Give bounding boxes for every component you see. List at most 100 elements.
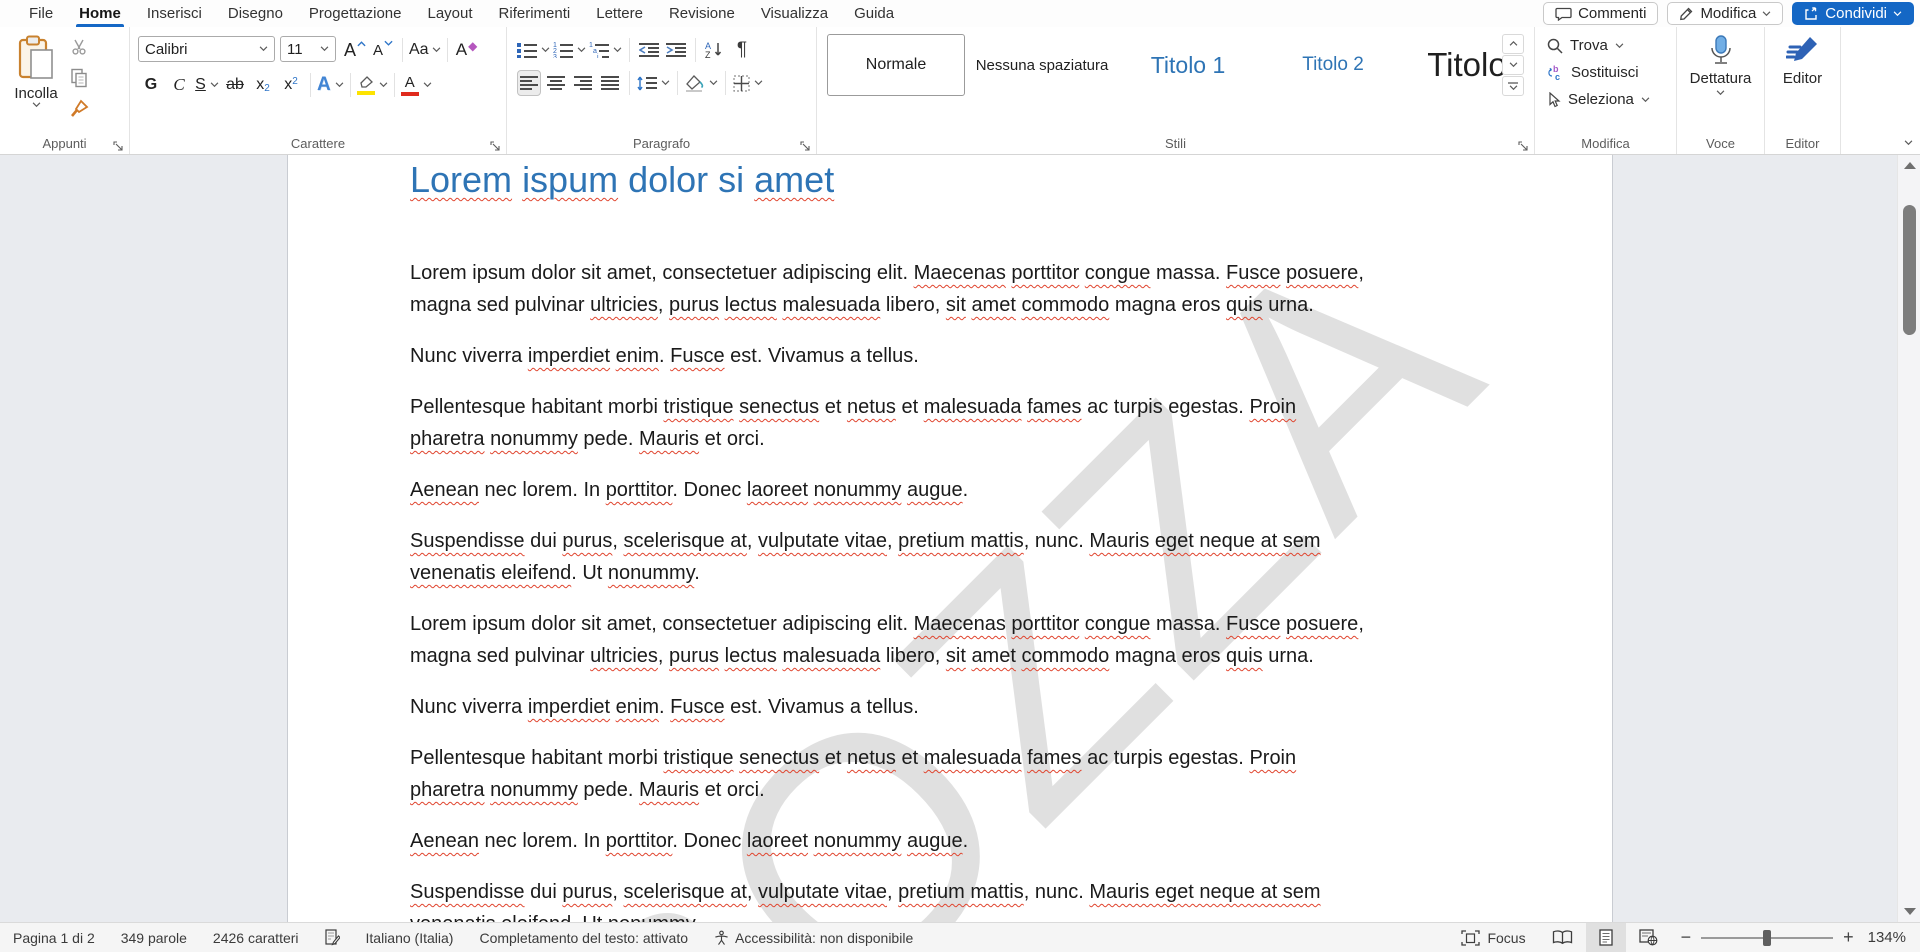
read-mode-button[interactable] — [1539, 923, 1586, 952]
text-prediction-status[interactable]: Completamento del testo: attivato — [466, 923, 701, 952]
menu-tab-guida[interactable]: Guida — [841, 0, 907, 27]
clear-formatting-button[interactable]: A◆ — [454, 36, 480, 64]
paragraph[interactable]: Nunc viverra imperdiet enim. Fusce est. … — [410, 340, 1482, 372]
scrollbar-thumb[interactable] — [1903, 205, 1916, 335]
text-segment: , — [612, 881, 623, 903]
menu-tab-disegno[interactable]: Disegno — [215, 0, 296, 27]
styles-more-button[interactable] — [1502, 76, 1524, 96]
char-count-status[interactable]: 2426 caratteri — [200, 923, 312, 952]
multilevel-list-button[interactable]: 1ai — [589, 37, 622, 63]
replace-button[interactable]: bc Sostituisci — [1547, 64, 1639, 81]
bold-button[interactable]: G — [138, 71, 164, 99]
page-count-status[interactable]: Pagina 1 di 2 — [0, 923, 108, 952]
collapse-ribbon-button[interactable] — [1904, 133, 1913, 151]
grow-font-button[interactable]: A — [342, 36, 368, 64]
scroll-up-arrow[interactable] — [1904, 162, 1916, 169]
paragraph[interactable]: Aenean nec lorem. In porttitor. Donec la… — [410, 474, 1482, 506]
align-left-button[interactable] — [517, 70, 541, 96]
font-dialog-launcher[interactable] — [490, 139, 501, 150]
menu-tab-revisione[interactable]: Revisione — [656, 0, 748, 27]
menu-tab-lettere[interactable]: Lettere — [583, 0, 656, 27]
borders-button[interactable] — [733, 70, 763, 96]
zoom-out-button[interactable]: − — [1681, 927, 1692, 948]
shrink-font-button[interactable]: A — [370, 36, 396, 64]
comments-button[interactable]: Commenti — [1543, 2, 1658, 25]
menu-tab-inserisci[interactable]: Inserisci — [134, 0, 215, 27]
paragraph[interactable]: Pellentesque habitant morbi tristique se… — [410, 391, 1482, 455]
paragraph[interactable]: Suspendisse dui purus, scelerisque at, v… — [410, 876, 1482, 922]
show-formatting-button[interactable]: ¶ — [730, 37, 754, 63]
styles-scroll-down-button[interactable] — [1502, 55, 1524, 75]
paragraph[interactable]: Suspendisse dui purus, scelerisque at, v… — [410, 525, 1482, 589]
justify-button[interactable] — [598, 70, 622, 96]
accessibility-status[interactable]: Accessibilità: non disponibile — [701, 923, 926, 952]
font-size-select[interactable]: 11 — [280, 36, 336, 62]
sort-button[interactable]: AZ — [703, 37, 727, 63]
clipboard-dialog-launcher[interactable] — [113, 139, 124, 150]
document-title[interactable]: Lorem ispum dolor si amet — [410, 159, 1482, 201]
shading-button[interactable] — [685, 70, 718, 96]
menu-tab-layout[interactable]: Layout — [415, 0, 486, 27]
change-case-button[interactable]: Aa — [409, 36, 441, 64]
language-status[interactable]: Italiano (Italia) — [353, 923, 467, 952]
menu-tab-file[interactable]: File — [16, 0, 66, 27]
scroll-down-arrow[interactable] — [1904, 908, 1916, 915]
menu-tab-riferimenti[interactable]: Riferimenti — [486, 0, 584, 27]
menu-tab-home[interactable]: Home — [66, 0, 134, 27]
line-spacing-button[interactable] — [637, 70, 670, 96]
proofing-status[interactable] — [312, 923, 353, 952]
share-button[interactable]: Condividi — [1792, 2, 1914, 25]
vertical-scrollbar[interactable] — [1897, 155, 1920, 922]
text-segment: , — [887, 530, 898, 552]
paragraph[interactable]: Aenean nec lorem. In porttitor. Donec la… — [410, 825, 1482, 857]
paragraph[interactable]: Lorem ipsum dolor sit amet, consectetuer… — [410, 257, 1482, 321]
focus-mode-button[interactable]: Focus — [1448, 923, 1538, 952]
align-center-button[interactable] — [544, 70, 568, 96]
increase-indent-button[interactable] — [664, 37, 688, 63]
zoom-in-button[interactable]: + — [1843, 927, 1854, 948]
highlight-color-button[interactable] — [357, 71, 388, 99]
decrease-indent-button[interactable] — [637, 37, 661, 63]
paragraph[interactable]: Lorem ipsum dolor sit amet, consectetuer… — [410, 608, 1482, 672]
numbering-button[interactable]: 123 — [553, 37, 586, 63]
paragraph[interactable]: Nunc viverra imperdiet enim. Fusce est. … — [410, 691, 1482, 723]
zoom-slider-handle[interactable] — [1763, 930, 1771, 946]
menu-tab-visualizza[interactable]: Visualizza — [748, 0, 841, 27]
document-page[interactable]: BOZZA Lorem ispum dolor si amet Lorem ip… — [287, 155, 1613, 922]
style-card-normale[interactable]: Normale — [827, 34, 965, 96]
select-button[interactable]: Seleziona — [1547, 91, 1650, 108]
bullets-button[interactable] — [517, 37, 550, 63]
subscript-button[interactable]: x2 — [250, 71, 276, 99]
copy-button[interactable] — [66, 66, 92, 90]
superscript-button[interactable]: x2 — [278, 71, 304, 99]
style-card-titolo-2[interactable]: Titolo 2 — [1264, 34, 1402, 96]
styles-dialog-launcher[interactable] — [1518, 139, 1529, 150]
styles-scroll-up-button[interactable] — [1502, 34, 1524, 54]
paragraph-dialog-launcher[interactable] — [800, 139, 811, 150]
cut-button[interactable] — [66, 35, 92, 59]
find-button[interactable]: Trova — [1547, 37, 1624, 54]
word-count-status[interactable]: 349 parole — [108, 923, 200, 952]
paste-button[interactable]: Incolla — [10, 35, 62, 127]
editor-button[interactable]: Editor — [1765, 35, 1840, 87]
menu-tab-progettazione[interactable]: Progettazione — [296, 0, 415, 27]
text-segment: Fusce — [670, 696, 724, 718]
style-card-nessuna-spaziatura[interactable]: Nessuna spaziatura — [972, 34, 1112, 96]
strikethrough-button[interactable]: ab — [222, 71, 248, 99]
style-card-titolo-1[interactable]: Titolo 1 — [1119, 34, 1257, 96]
underline-button[interactable]: S — [194, 71, 220, 99]
editing-mode-button[interactable]: Modifica — [1667, 2, 1783, 25]
print-layout-button[interactable] — [1586, 923, 1626, 952]
font-color-button[interactable]: A — [401, 71, 432, 99]
font-name-select[interactable]: Calibri — [138, 36, 275, 62]
align-right-button[interactable] — [571, 70, 595, 96]
zoom-level[interactable]: 134% — [1864, 929, 1920, 946]
dictate-button[interactable]: Dettatura — [1677, 35, 1764, 96]
zoom-slider[interactable] — [1701, 937, 1833, 939]
web-layout-button[interactable] — [1626, 923, 1671, 952]
document-body[interactable]: Lorem ipsum dolor sit amet, consectetuer… — [410, 257, 1482, 922]
paragraph[interactable]: Pellentesque habitant morbi tristique se… — [410, 742, 1482, 806]
format-painter-button[interactable] — [66, 97, 92, 121]
italic-button[interactable]: C — [166, 71, 192, 99]
text-effects-button[interactable]: A — [317, 71, 344, 99]
